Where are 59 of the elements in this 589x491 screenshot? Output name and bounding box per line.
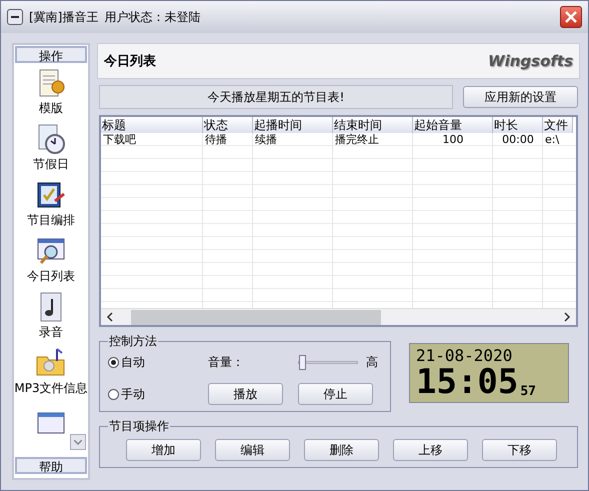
notice-banner: 今天播放星期五的节目表! — [99, 85, 453, 109]
panel-title: 今日列表 — [104, 53, 156, 70]
brand-logo: Wingsofts — [488, 52, 573, 70]
column-header[interactable]: 文件 — [543, 117, 573, 133]
column-header[interactable]: 起播时间 — [253, 117, 333, 133]
radio-label: 自动 — [121, 354, 145, 371]
scroll-down-button[interactable] — [70, 434, 86, 450]
column-header[interactable]: 结束时间 — [333, 117, 413, 133]
sidebar-item[interactable]: 录音 — [35, 291, 67, 341]
sidebar-item[interactable]: 今日列表 — [27, 235, 75, 285]
sidebar-header[interactable]: 操作 — [15, 46, 87, 63]
radio-dot[interactable] — [108, 388, 119, 400]
radio-label: 手动 — [121, 386, 145, 402]
chevron-left-icon — [105, 312, 115, 322]
close-button[interactable] — [560, 6, 582, 28]
volume-label: 音量： — [208, 354, 245, 371]
sidebar-footer[interactable]: 帮助 — [15, 457, 87, 474]
chevron-right-icon — [562, 312, 572, 322]
system-menu-button[interactable] — [7, 9, 23, 25]
sidebar-item[interactable]: MP3文件信息 — [14, 347, 88, 397]
table-cell-text: 00:00 — [501, 133, 535, 146]
column-header[interactable]: 状态 — [203, 117, 253, 133]
sidebar-item[interactable]: 模版 — [35, 67, 67, 117]
radio-option[interactable]: 自动 — [108, 354, 208, 371]
clock-seconds: 57 — [520, 384, 536, 399]
table-cell-text: 播完终止 — [334, 133, 380, 146]
close-icon — [565, 11, 577, 23]
apply-button[interactable]: 应用新的设置 — [463, 86, 578, 108]
group-title: 节目项操作 — [109, 419, 169, 433]
column-header[interactable]: 起始音量 — [413, 117, 493, 133]
chevron-down-icon — [74, 440, 82, 444]
table-cell-text: 下载吧 — [102, 133, 137, 146]
window-title: [冀南]播音王 — [29, 8, 98, 26]
minus-icon — [11, 16, 19, 18]
clock-date: 21-08-2020 — [416, 346, 514, 365]
group-title: 控制方法 — [109, 334, 157, 348]
stop-button[interactable]: 停止 — [298, 383, 373, 405]
table-cell-text: 续播 — [254, 133, 278, 146]
volume-high-label: 高 — [366, 354, 378, 371]
sidebar-item[interactable]: 节目编排 — [27, 179, 75, 229]
sidebar-item[interactable]: 节假日 — [33, 123, 69, 173]
action-button[interactable]: 下移 — [482, 439, 557, 461]
action-button[interactable]: 增加 — [126, 439, 201, 461]
column-header[interactable]: 标题 — [101, 117, 203, 133]
table-cell-text: e:\ — [544, 133, 560, 146]
action-button[interactable]: 删除 — [304, 439, 379, 461]
radio-dot[interactable] — [108, 357, 119, 368]
table-cell-text: 100 — [442, 133, 464, 146]
play-button[interactable]: 播放 — [208, 383, 283, 405]
user-status: 用户状态：未登陆 — [104, 8, 200, 26]
action-button[interactable]: 上移 — [393, 439, 468, 461]
column-header[interactable]: 时长 — [493, 117, 543, 133]
horizontal-scrollbar[interactable] — [101, 308, 576, 325]
volume-slider[interactable] — [298, 355, 358, 370]
slider-thumb[interactable] — [299, 355, 306, 370]
clock-time: 15:05 — [416, 365, 518, 399]
radio-option[interactable]: 手动 — [108, 386, 208, 402]
table-cell-text: 待播 — [204, 133, 228, 146]
action-button[interactable]: 编辑 — [215, 439, 290, 461]
